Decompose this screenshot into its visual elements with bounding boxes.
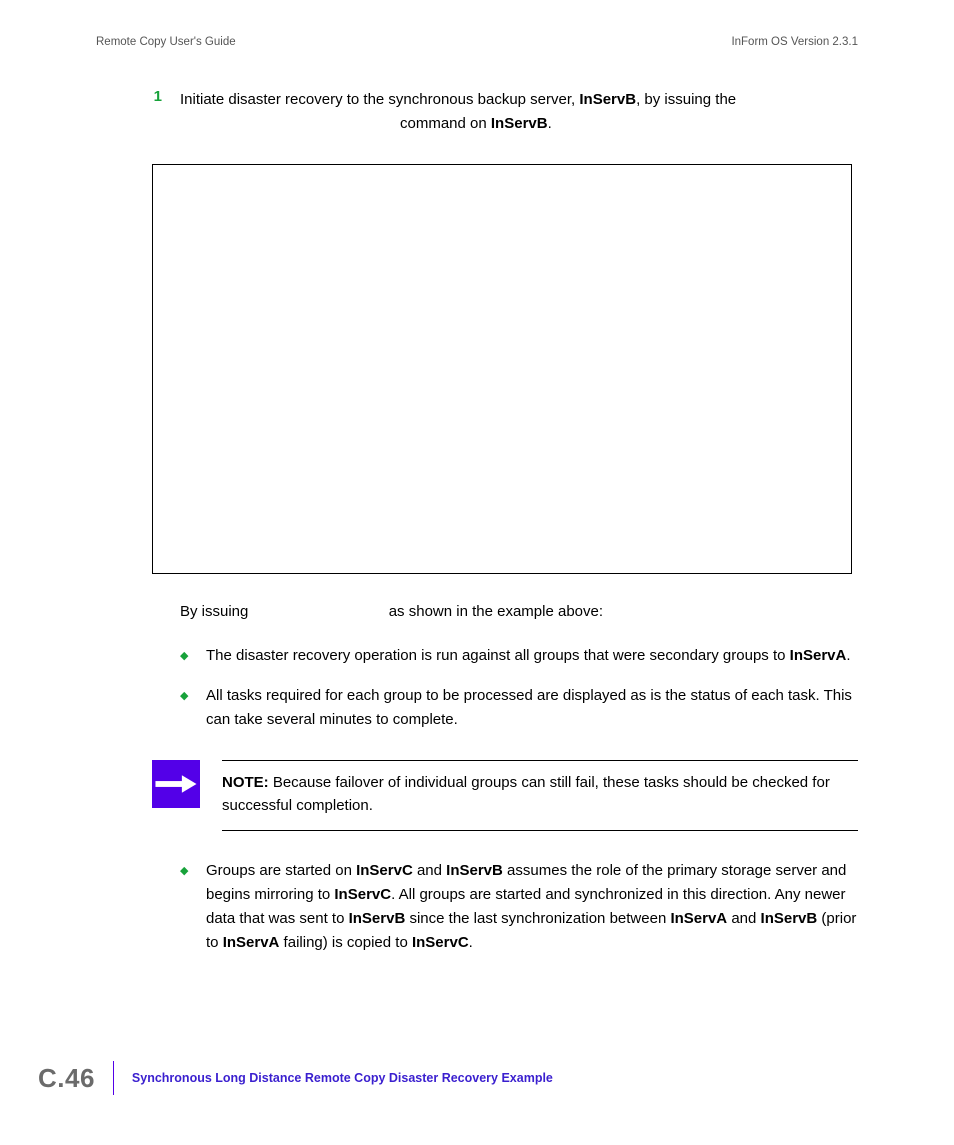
bold: InServA: [223, 934, 280, 951]
list-item: ◆ All tasks required for each group to b…: [180, 684, 858, 732]
text: failing) is copied to: [279, 934, 412, 951]
text: Because failover of individual groups ca…: [222, 774, 830, 814]
page-content: 1 Initiate disaster recovery to the sync…: [96, 88, 858, 971]
bold: InServB: [491, 115, 548, 132]
list-item: ◆ Groups are started on InServC and InSe…: [180, 859, 858, 955]
bullet-list-2: ◆ Groups are started on InServC and InSe…: [180, 859, 858, 955]
note-block: NOTE: Because failover of individual gro…: [152, 760, 858, 831]
text: since the last synchronization between: [405, 910, 670, 927]
footer-divider: [113, 1061, 114, 1095]
bold: InServB: [349, 910, 406, 927]
text: .: [469, 934, 473, 951]
note-label: NOTE:: [222, 774, 269, 791]
bold: InServC: [334, 886, 391, 903]
note-text: NOTE: Because failover of individual gro…: [222, 760, 858, 831]
text: , by issuing the: [636, 91, 736, 108]
diamond-icon: ◆: [180, 649, 190, 668]
step-number: 1: [152, 88, 162, 136]
page-number: C.46: [38, 1063, 95, 1094]
text: Initiate disaster recovery to the synchr…: [180, 91, 579, 108]
text: All tasks required for each group to be …: [206, 687, 852, 728]
text: command on: [400, 115, 491, 132]
arrow-right-icon: [152, 760, 200, 808]
bold: InServB: [761, 910, 818, 927]
bold: InServB: [446, 862, 503, 879]
step-1: 1 Initiate disaster recovery to the sync…: [152, 88, 858, 136]
bold: InServB: [579, 91, 636, 108]
text: By issuing: [180, 603, 253, 620]
after-code-text: By issuing as shown in the example above…: [180, 600, 858, 624]
diamond-icon: ◆: [180, 864, 190, 955]
text: Groups are started on: [206, 862, 356, 879]
text: and: [413, 862, 446, 879]
bold: InServC: [412, 934, 469, 951]
bold: InServA: [670, 910, 727, 927]
bullet-text: The disaster recovery operation is run a…: [206, 644, 851, 668]
text: as shown in the example above:: [385, 603, 603, 620]
bold: InServA: [790, 647, 847, 664]
text: and: [727, 910, 760, 927]
text: The disaster recovery operation is run a…: [206, 647, 790, 664]
bullet-text: All tasks required for each group to be …: [206, 684, 858, 732]
bullet-text: Groups are started on InServC and InServ…: [206, 859, 858, 955]
step-text: Initiate disaster recovery to the synchr…: [180, 88, 736, 136]
footer-title: Synchronous Long Distance Remote Copy Di…: [132, 1071, 553, 1085]
header-left: Remote Copy User's Guide: [96, 36, 236, 48]
text: .: [548, 115, 552, 132]
header-right: InForm OS Version 2.3.1: [731, 36, 858, 48]
bold: InServC: [356, 862, 413, 879]
page-footer: C.46 Synchronous Long Distance Remote Co…: [38, 1061, 553, 1095]
list-item: ◆ The disaster recovery operation is run…: [180, 644, 858, 668]
diamond-icon: ◆: [180, 689, 190, 732]
bullet-list: ◆ The disaster recovery operation is run…: [180, 644, 858, 732]
text: .: [846, 647, 850, 664]
code-block: [152, 164, 852, 574]
page-header: Remote Copy User's Guide InForm OS Versi…: [96, 36, 858, 48]
